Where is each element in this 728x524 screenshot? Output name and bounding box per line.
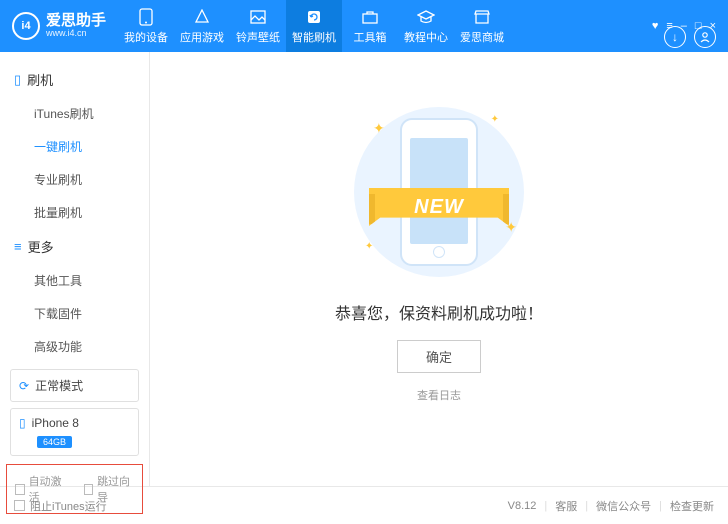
section-title: 刷机 — [27, 70, 53, 89]
version-label: V8.12 — [508, 500, 537, 512]
nav-store[interactable]: 爱思商城 — [454, 0, 510, 52]
storage-badge: 64GB — [37, 436, 72, 448]
checkbox-block-itunes[interactable]: 阻止iTunes运行 — [14, 498, 107, 514]
success-illustration: ✦ ✦ ✦ ✦ NEW — [339, 102, 539, 282]
sidebar: ▯ 刷机 iTunes刷机 一键刷机 专业刷机 批量刷机 ≡ 更多 其他工具 下… — [0, 52, 150, 486]
mode-label: 正常模式 — [35, 377, 83, 394]
nav-label: 爱思商城 — [460, 29, 504, 45]
sidebar-item-advanced[interactable]: 高级功能 — [0, 330, 149, 363]
logo[interactable]: i4 爱思助手 www.i4.cn — [0, 12, 118, 40]
section-title: 更多 — [28, 237, 54, 256]
header: i4 爱思助手 www.i4.cn 我的设备 应用游戏 铃声壁纸 智能刷机 工具… — [0, 0, 728, 52]
flash-icon — [305, 8, 323, 26]
main-content: ✦ ✦ ✦ ✦ NEW 恭喜您，保资料刷机成功啦！ 确定 查看日志 — [150, 52, 728, 486]
nav-my-device[interactable]: 我的设备 — [118, 0, 174, 52]
refresh-icon: ⟳ — [19, 379, 29, 393]
download-button[interactable]: ↓ — [664, 26, 686, 48]
sidebar-item-download-firmware[interactable]: 下载固件 — [0, 297, 149, 330]
user-button[interactable] — [694, 26, 716, 48]
sidebar-item-pro-flash[interactable]: 专业刷机 — [0, 163, 149, 196]
phone-icon: ▯ — [14, 72, 21, 88]
device-name: iPhone 8 — [32, 416, 79, 430]
sidebar-item-oneclick-flash[interactable]: 一键刷机 — [0, 130, 149, 163]
nav-flash[interactable]: 智能刷机 — [286, 0, 342, 52]
checkbox-label: 阻止iTunes运行 — [30, 498, 107, 514]
nav-label: 我的设备 — [124, 29, 168, 45]
toolbox-icon — [361, 8, 379, 26]
wallpaper-icon — [249, 8, 267, 26]
sidebar-item-other-tools[interactable]: 其他工具 — [0, 264, 149, 297]
nav-label: 应用游戏 — [180, 29, 224, 45]
phone-icon: ▯ — [19, 416, 26, 430]
sidebar-item-batch-flash[interactable]: 批量刷机 — [0, 196, 149, 229]
device-card[interactable]: ▯ iPhone 8 64GB — [10, 408, 139, 456]
sidebar-section-flash[interactable]: ▯ 刷机 — [0, 62, 149, 97]
ok-button[interactable]: 确定 — [397, 340, 481, 373]
nav-label: 教程中心 — [404, 29, 448, 45]
device-mode[interactable]: ⟳ 正常模式 — [10, 369, 139, 402]
sparkle-icon: ✦ — [365, 241, 373, 252]
checkbox-icon — [14, 500, 25, 511]
sparkle-icon: ✦ — [373, 120, 385, 137]
support-link[interactable]: 客服 — [555, 498, 577, 514]
nav-tutorials[interactable]: 教程中心 — [398, 0, 454, 52]
wechat-link[interactable]: 微信公众号 — [596, 498, 651, 514]
nav-label: 铃声壁纸 — [236, 29, 280, 45]
nav-label: 工具箱 — [354, 29, 387, 45]
apps-icon — [193, 8, 211, 26]
sparkle-icon: ✦ — [491, 114, 499, 125]
sidebar-section-more[interactable]: ≡ 更多 — [0, 229, 149, 264]
grad-cap-icon — [417, 8, 435, 26]
store-icon — [473, 8, 491, 26]
nav-toolbox[interactable]: 工具箱 — [342, 0, 398, 52]
nav-ringtones[interactable]: 铃声壁纸 — [230, 0, 286, 52]
checkbox-icon — [84, 484, 94, 495]
phone-icon — [137, 8, 155, 26]
success-message: 恭喜您，保资料刷机成功啦！ — [335, 300, 543, 324]
logo-subtitle: www.i4.cn — [46, 29, 106, 39]
logo-title: 爱思助手 — [46, 13, 106, 30]
nav-label: 智能刷机 — [292, 29, 336, 45]
checkbox-icon — [15, 484, 25, 495]
sidebar-item-itunes-flash[interactable]: iTunes刷机 — [0, 97, 149, 130]
logo-icon: i4 — [12, 12, 40, 40]
check-update-link[interactable]: 检查更新 — [670, 498, 714, 514]
view-log-link[interactable]: 查看日志 — [417, 387, 461, 403]
main-nav: 我的设备 应用游戏 铃声壁纸 智能刷机 工具箱 教程中心 爱思商城 — [118, 0, 510, 52]
skin-icon[interactable]: ♥ — [652, 20, 659, 32]
more-icon: ≡ — [14, 239, 22, 254]
nav-apps[interactable]: 应用游戏 — [174, 0, 230, 52]
